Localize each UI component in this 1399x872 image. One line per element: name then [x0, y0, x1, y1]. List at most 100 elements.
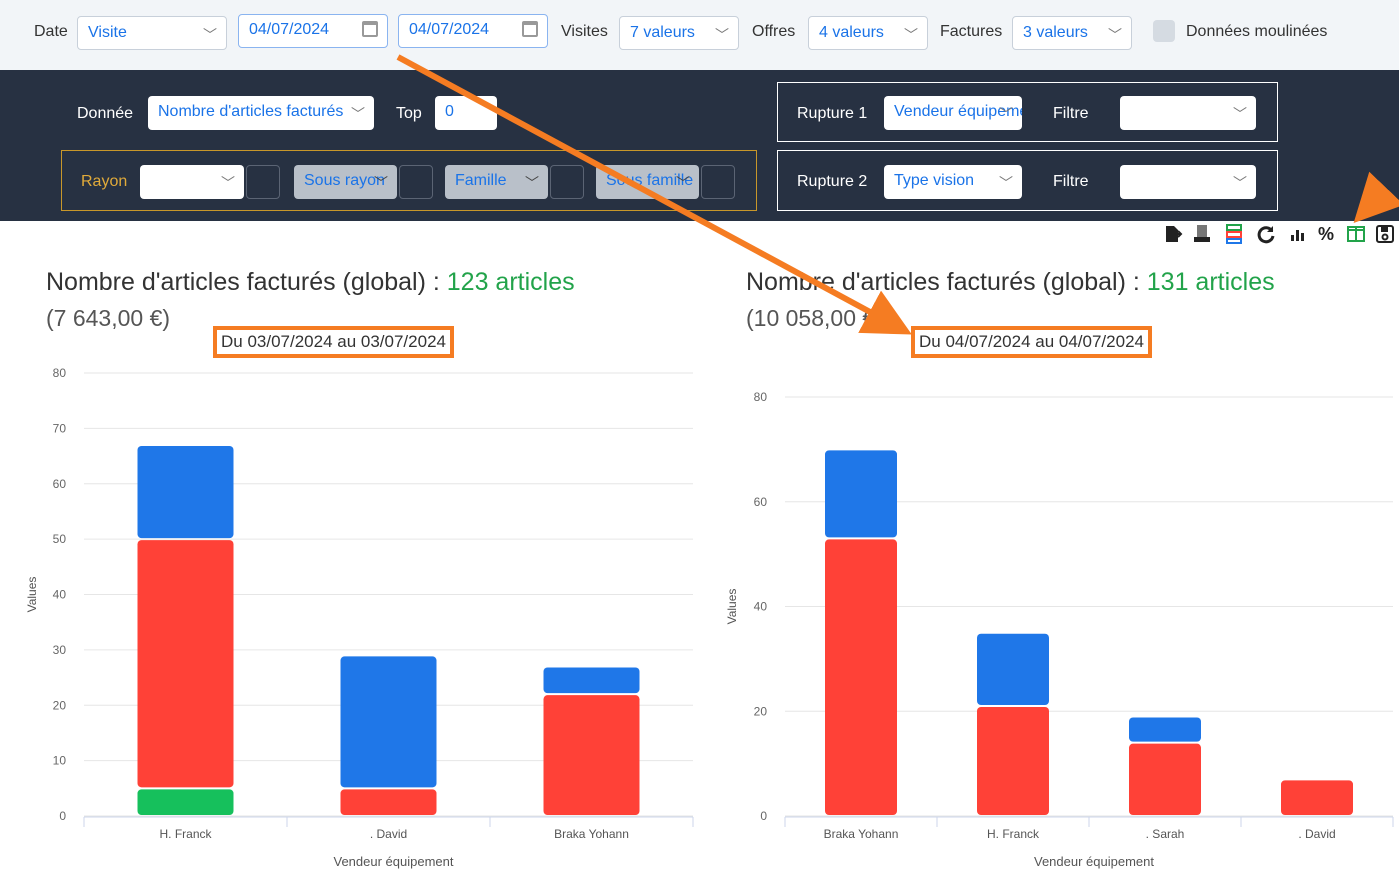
donnees-moulinees-checkbox[interactable]: [1153, 20, 1175, 42]
chevron-down-icon: ﹀: [1108, 27, 1122, 43]
donnee-select[interactable]: Nombre d'articles facturés ﹀: [148, 96, 374, 130]
stack-icon[interactable]: [1224, 224, 1244, 244]
price-icon[interactable]: [1192, 224, 1212, 244]
y-tick-label: 50: [53, 532, 67, 546]
filtre2-label: Filtre: [1053, 173, 1089, 190]
bar-segment: [543, 695, 640, 815]
bar-segment: [137, 789, 234, 815]
right-title-text: Nombre d'articles facturés (global) :: [746, 268, 1147, 296]
donnee-label: Donnée: [77, 105, 134, 122]
refresh-icon[interactable]: [1256, 224, 1276, 244]
factures-select[interactable]: 3 valeurs ﹀: [1012, 16, 1132, 50]
visites-select[interactable]: 7 valeurs ﹀: [619, 16, 739, 50]
x-tick-label: . Sarah: [1146, 827, 1185, 841]
bar-segment: [137, 540, 234, 788]
left-article-count: 123 articles: [446, 268, 575, 296]
bar-segment: [825, 539, 897, 815]
filtre2-select[interactable]: ﹀: [1120, 165, 1256, 199]
famille-extra-box[interactable]: [550, 165, 584, 199]
rupture2-value: Type vision: [894, 172, 975, 189]
y-axis-title: Values: [25, 577, 39, 613]
y-tick-label: 30: [53, 643, 67, 657]
calendar-icon[interactable]: [362, 21, 378, 37]
y-tick-label: 0: [760, 809, 767, 823]
offres-label: Offres: [752, 23, 796, 40]
date-type-value: Visite: [88, 24, 127, 41]
x-tick-label: H. Franck: [159, 827, 212, 841]
chevron-down-icon: ﹀: [676, 175, 690, 191]
bar-segment: [137, 445, 234, 539]
sous-famille-select[interactable]: Sous famille ﹀: [596, 165, 699, 199]
sous-famille-extra-box[interactable]: [701, 165, 735, 199]
rupture2-label: Rupture 2: [797, 173, 868, 190]
right-bar-chart: 0 20 40 60 80 Braka Yohann H. Franck . Sarah . D…: [725, 390, 1394, 869]
y-tick-label: 80: [754, 390, 768, 404]
y-tick-label: 20: [53, 698, 67, 712]
sous-rayon-extra-box[interactable]: [399, 165, 433, 199]
y-tick-label: 20: [754, 704, 768, 718]
x-tick-label: Braka Yohann: [554, 827, 629, 841]
factures-value: 3 valeurs: [1023, 24, 1088, 41]
bar-segment: [1129, 743, 1201, 815]
left-amount: (7 643,00 €): [46, 305, 171, 331]
offres-select[interactable]: 4 valeurs ﹀: [808, 16, 928, 50]
save-icon[interactable]: [1375, 224, 1395, 244]
x-tick-label: Braka Yohann: [824, 827, 899, 841]
filtre1-select[interactable]: ﹀: [1120, 96, 1256, 130]
export-icon[interactable]: [1163, 224, 1183, 244]
right-amount: (10 058,00 €): [746, 305, 883, 331]
chevron-down-icon: ﹀: [1233, 175, 1247, 191]
x-axis-title: Vendeur équipement: [1034, 854, 1154, 869]
bar-segment: [543, 667, 640, 694]
percent-icon[interactable]: %: [1316, 224, 1336, 244]
chevron-down-icon: ﹀: [715, 27, 729, 43]
chevron-down-icon: ﹀: [904, 27, 918, 43]
y-tick-label: 70: [53, 421, 67, 435]
factures-label: Factures: [940, 23, 1003, 40]
date-from-input[interactable]: 04/07/2024: [238, 14, 388, 48]
chevron-down-icon: ﹀: [203, 27, 217, 43]
rayon-label: Rayon: [81, 173, 128, 190]
x-tick-label: . David: [370, 827, 407, 841]
y-tick-label: 40: [53, 588, 67, 602]
x-axis-title: Vendeur équipement: [334, 854, 454, 869]
filtre1-label: Filtre: [1053, 105, 1089, 122]
y-tick-label: 10: [53, 754, 67, 768]
chevron-down-icon: ﹀: [351, 106, 365, 122]
date-to-input[interactable]: 04/07/2024: [398, 14, 548, 48]
offres-value: 4 valeurs: [819, 24, 884, 41]
top-label: Top: [396, 105, 422, 122]
date-type-select[interactable]: Visite ﹀: [77, 16, 227, 50]
right-chart-title: Nombre d'articles facturés (global) : 13…: [746, 268, 1275, 297]
sous-rayon-select[interactable]: Sous rayon ﹀: [294, 165, 397, 199]
y-axis-title: Values: [725, 589, 739, 625]
bar-segment: [977, 707, 1049, 815]
x-tick-label: H. Franck: [987, 827, 1040, 841]
bar-chart-icon[interactable]: [1288, 224, 1308, 244]
right-period: Du 04/07/2024 au 04/07/2024: [911, 326, 1152, 358]
split-view-icon[interactable]: [1346, 224, 1366, 244]
bar-segment: [825, 450, 897, 538]
rupture2-select[interactable]: Type vision ﹀: [884, 165, 1022, 199]
y-tick-label: 60: [754, 495, 768, 509]
chevron-down-icon: ﹀: [374, 175, 388, 191]
rupture1-select[interactable]: Vendeur équipement ﹀: [884, 96, 1022, 130]
rayon-extra-box[interactable]: [246, 165, 280, 199]
top-input[interactable]: 0: [435, 96, 497, 130]
chevron-down-icon: ﹀: [525, 175, 539, 191]
y-tick-label: 0: [59, 809, 66, 823]
visites-value: 7 valeurs: [630, 24, 695, 41]
x-tick-label: . David: [1298, 827, 1335, 841]
date-label: Date: [34, 23, 68, 40]
calendar-icon[interactable]: [522, 21, 538, 37]
y-tick-label: 80: [53, 366, 67, 380]
chevron-down-icon: ﹀: [221, 175, 235, 191]
bar-segment: [1281, 780, 1353, 815]
donnee-value: Nombre d'articles facturés: [158, 103, 344, 120]
donnees-moulinees-label: Données moulinées: [1186, 23, 1328, 40]
rayon-select[interactable]: ﹀: [140, 165, 244, 199]
analysis-panel: Donnée Nombre d'articles facturés ﹀ Top …: [0, 70, 1399, 221]
y-tick-label: 40: [754, 600, 768, 614]
famille-select[interactable]: Famille ﹀: [445, 165, 548, 199]
date-to-value: 04/07/2024: [409, 21, 490, 38]
